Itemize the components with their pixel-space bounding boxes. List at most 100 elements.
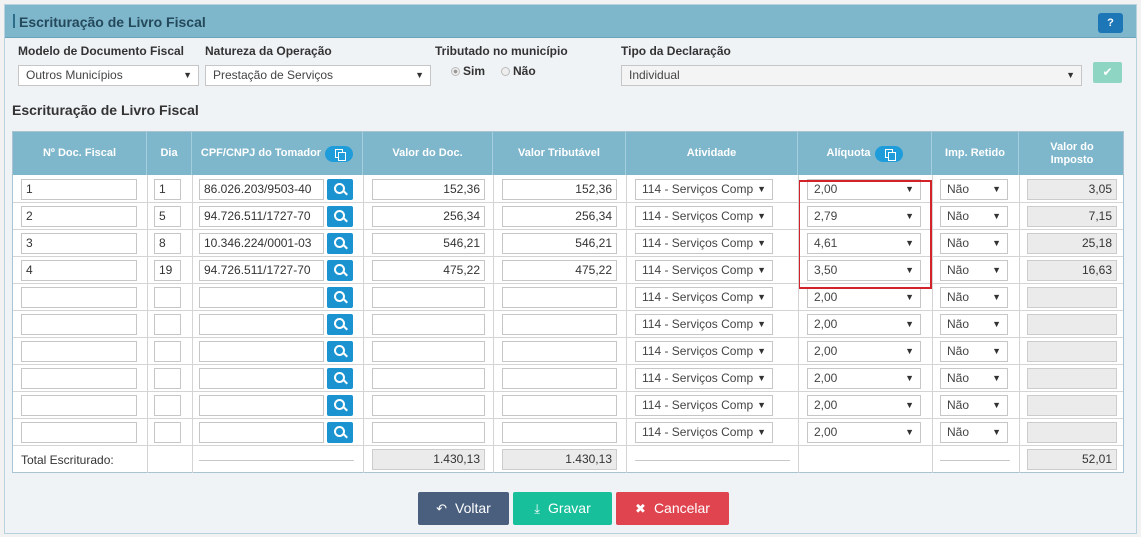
dia-input[interactable]: 1	[154, 179, 181, 200]
cpf-cnpj-input[interactable]: 94.726.511/1727-70	[199, 206, 324, 227]
doc-number-input[interactable]	[21, 368, 137, 389]
cpf-cnpj-input[interactable]	[199, 287, 324, 308]
dia-input[interactable]	[154, 395, 181, 416]
search-icon[interactable]	[327, 314, 353, 335]
valor-doc-input[interactable]: 152,36	[372, 179, 485, 200]
aliquota-select[interactable]: 2,00 ▼	[807, 395, 921, 416]
atividade-select[interactable]: 114 - Serviços Comp ▼	[635, 206, 773, 227]
natureza-select[interactable]: Prestação de Serviços ▼	[205, 65, 431, 86]
dia-input[interactable]	[154, 422, 181, 443]
imp-retido-select[interactable]: Não ▼	[940, 341, 1008, 362]
dia-input[interactable]	[154, 314, 181, 335]
doc-number-input[interactable]: 4	[21, 260, 137, 281]
search-icon[interactable]	[327, 341, 353, 362]
dia-input[interactable]	[154, 287, 181, 308]
gravar-button[interactable]: ⤓ Gravar	[513, 492, 612, 525]
search-icon[interactable]	[327, 368, 353, 389]
help-button[interactable]: ?	[1098, 13, 1123, 33]
valor-tributavel-input[interactable]: 546,21	[502, 233, 617, 254]
valor-doc-input[interactable]	[372, 395, 485, 416]
radio-sim[interactable]: Sim	[451, 64, 485, 78]
atividade-select[interactable]: 114 - Serviços Comp ▼	[635, 179, 773, 200]
aliquota-select[interactable]: 2,00 ▼	[807, 368, 921, 389]
valor-tributavel-input[interactable]: 475,22	[502, 260, 617, 281]
valor-doc-input[interactable]	[372, 341, 485, 362]
dia-input[interactable]: 19	[154, 260, 181, 281]
doc-number-input[interactable]	[21, 422, 137, 443]
dia-input[interactable]	[154, 341, 181, 362]
valor-doc-input[interactable]: 256,34	[372, 206, 485, 227]
valor-doc-input[interactable]	[372, 314, 485, 335]
doc-number-input[interactable]	[21, 314, 137, 335]
search-icon[interactable]	[327, 422, 353, 443]
search-icon[interactable]	[327, 287, 353, 308]
valor-tributavel-input[interactable]	[502, 368, 617, 389]
confirm-button[interactable]: ✔	[1093, 62, 1122, 83]
voltar-button[interactable]: ↶ Voltar	[418, 492, 509, 525]
atividade-select[interactable]: 114 - Serviços Comp ▼	[635, 287, 773, 308]
imp-retido-select[interactable]: Não ▼	[940, 287, 1008, 308]
imp-retido-select[interactable]: Não ▼	[940, 422, 1008, 443]
valor-doc-input[interactable]: 475,22	[372, 260, 485, 281]
cpf-cnpj-input[interactable]: 10.346.224/0001-03	[199, 233, 324, 254]
valor-tributavel-input[interactable]	[502, 422, 617, 443]
doc-number-input[interactable]: 3	[21, 233, 137, 254]
search-icon[interactable]	[327, 179, 353, 200]
dia-input[interactable]	[154, 368, 181, 389]
valor-doc-input[interactable]: 546,21	[372, 233, 485, 254]
cancelar-button[interactable]: ✖ Cancelar	[616, 492, 729, 525]
imp-retido-select[interactable]: Não ▼	[940, 206, 1008, 227]
aliquota-select[interactable]: 2,00 ▼	[807, 422, 921, 443]
aliquota-select-value: 2,00	[814, 290, 838, 304]
imp-retido-select[interactable]: Não ▼	[940, 395, 1008, 416]
cpf-cnpj-input[interactable]	[199, 395, 324, 416]
valor-tributavel-input[interactable]	[502, 395, 617, 416]
valor-tributavel-input[interactable]	[502, 314, 617, 335]
aliquota-select[interactable]: 2,00 ▼	[807, 287, 921, 308]
doc-number-input[interactable]	[21, 341, 137, 362]
cpf-cnpj-input[interactable]	[199, 368, 324, 389]
dia-input[interactable]: 5	[154, 206, 181, 227]
modelo-select[interactable]: Outros Municípios ▼	[18, 65, 199, 86]
radio-nao[interactable]: Não	[501, 64, 536, 78]
imp-retido-select[interactable]: Não ▼	[940, 179, 1008, 200]
search-icon[interactable]	[327, 233, 353, 254]
doc-number-input[interactable]	[21, 395, 137, 416]
atividade-select[interactable]: 114 - Serviços Comp ▼	[635, 368, 773, 389]
aliquota-select[interactable]: 2,00 ▼	[807, 314, 921, 335]
cpf-cnpj-input[interactable]	[199, 422, 324, 443]
doc-number-input[interactable]	[21, 287, 137, 308]
table-row: 114 - Serviços Comp ▼ 2,00 ▼ Não ▼	[13, 284, 1123, 311]
copy-icon[interactable]	[325, 145, 354, 162]
aliquota-select[interactable]: 2,00 ▼	[807, 341, 921, 362]
imp-retido-select[interactable]: Não ▼	[940, 233, 1008, 254]
copy-icon[interactable]	[874, 145, 903, 162]
valor-tributavel-input[interactable]: 152,36	[502, 179, 617, 200]
dia-input[interactable]: 8	[154, 233, 181, 254]
imp-retido-select[interactable]: Não ▼	[940, 260, 1008, 281]
cpf-cnpj-input[interactable]	[199, 341, 324, 362]
atividade-select[interactable]: 114 - Serviços Comp ▼	[635, 422, 773, 443]
cpf-cnpj-input[interactable]: 86.026.203/9503-40	[199, 179, 324, 200]
atividade-select[interactable]: 114 - Serviços Comp ▼	[635, 395, 773, 416]
valor-tributavel-input[interactable]	[502, 287, 617, 308]
cpf-cnpj-input[interactable]	[199, 314, 324, 335]
search-icon[interactable]	[327, 395, 353, 416]
atividade-select[interactable]: 114 - Serviços Comp ▼	[635, 314, 773, 335]
valor-doc-input[interactable]	[372, 287, 485, 308]
valor-tributavel-input[interactable]: 256,34	[502, 206, 617, 227]
imp-retido-select[interactable]: Não ▼	[940, 368, 1008, 389]
valor-tributavel-input[interactable]	[502, 341, 617, 362]
valor-doc-input[interactable]	[372, 368, 485, 389]
tipo-select[interactable]: Individual ▼	[621, 65, 1082, 86]
atividade-select[interactable]: 114 - Serviços Comp ▼	[635, 233, 773, 254]
search-icon[interactable]	[327, 260, 353, 281]
valor-doc-input[interactable]	[372, 422, 485, 443]
doc-number-input[interactable]: 1	[21, 179, 137, 200]
doc-number-input[interactable]: 2	[21, 206, 137, 227]
atividade-select[interactable]: 114 - Serviços Comp ▼	[635, 260, 773, 281]
cpf-cnpj-input[interactable]: 94.726.511/1727-70	[199, 260, 324, 281]
atividade-select[interactable]: 114 - Serviços Comp ▼	[635, 341, 773, 362]
search-icon[interactable]	[327, 206, 353, 227]
imp-retido-select[interactable]: Não ▼	[940, 314, 1008, 335]
